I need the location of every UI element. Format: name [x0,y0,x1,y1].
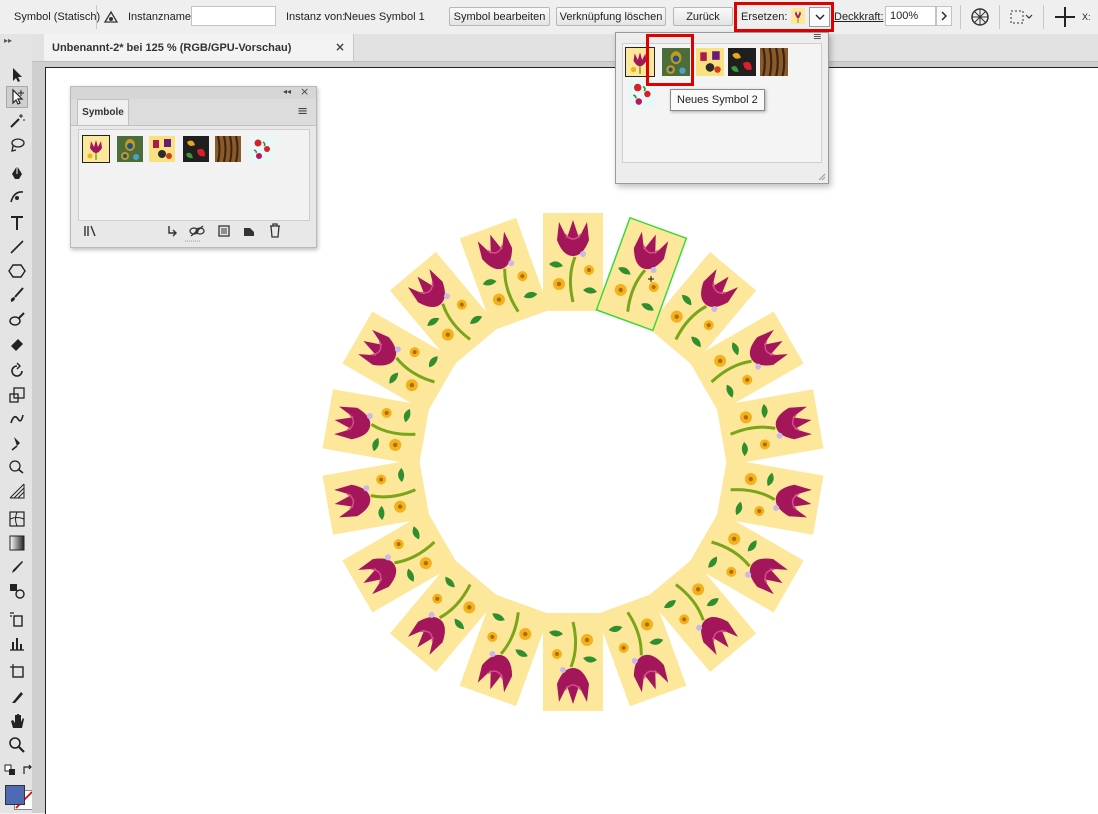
replace-highlight [734,2,834,32]
line-tool-icon[interactable] [6,236,28,258]
control-bar: Symbol (Statisch) Instanzname: Instanz v… [0,0,1098,35]
column-graph-icon[interactable] [6,632,28,654]
reset-button[interactable]: Zurück [673,7,733,26]
symbol-sprayer-icon[interactable] [6,608,28,630]
symbol-libraries-icon[interactable] [83,224,101,238]
zoom-tool-icon[interactable] [6,734,28,756]
tab-symbols[interactable]: Symbole [77,99,129,125]
hand-tool-icon[interactable] [6,710,28,732]
place-symbol-icon[interactable] [165,224,179,238]
close-icon[interactable]: × [335,40,345,54]
symbol-swatch-1[interactable] [82,135,110,163]
break-link-button[interactable]: Verknüpfung löschen [556,7,666,26]
symbols-grid [78,129,310,221]
lasso-tool-icon[interactable] [6,134,28,156]
panel-menu-icon[interactable]: ≡ [297,104,308,119]
default-colors-icon[interactable] [4,764,16,776]
opacity-field[interactable]: 100% [885,6,936,26]
new-symbol-icon[interactable] [242,224,256,238]
document-tab-title: Unbenannt-2* bei 125 % (RGB/GPU-Vorschau… [52,41,292,54]
instance-name-label: Instanzname: [128,11,195,23]
tooltip: Neues Symbol 2 [670,89,765,111]
perspective-grid-icon[interactable] [6,480,28,502]
symbol-swatch-4[interactable] [183,136,209,162]
mesh-tool-icon[interactable] [6,508,28,530]
replace-swatch-4[interactable] [728,48,756,76]
pen-tool-icon[interactable] [6,162,28,184]
scale-tool-icon[interactable] [6,384,28,406]
align-options-icon[interactable] [1009,8,1035,26]
reference-point-icon[interactable] [1054,6,1076,28]
curvature-tool-icon[interactable] [6,186,28,208]
symbol-instance[interactable] [541,211,605,313]
symbol-swatch-5[interactable] [215,135,241,163]
warp-tool-icon[interactable] [6,408,28,430]
symbol-options-icon[interactable] [217,224,231,238]
panel-footer [71,219,316,243]
slice-tool-icon[interactable] [6,686,28,708]
shape-builder-icon[interactable] [6,456,28,478]
edit-symbol-button[interactable]: Symbol bearbeiten [449,7,550,26]
direct-selection-tool-icon[interactable] [6,86,28,108]
break-link-icon[interactable] [189,224,205,238]
close-panel-icon[interactable]: × [300,85,309,98]
symbols-panel: ◂◂ × Symbole ≡ [70,85,317,248]
symbol-options-icon[interactable] [102,0,120,34]
symbol-swatch-3[interactable] [149,136,175,162]
object-type-label: Symbol (Statisch) [14,11,101,23]
trash-icon[interactable] [268,223,282,238]
gradient-tool-icon[interactable] [6,532,28,554]
eyedropper-tool-icon[interactable] [6,556,28,578]
divider [96,5,97,29]
polygon-tool-icon[interactable] [6,260,28,282]
replace-swatch-5[interactable] [760,47,788,77]
selection-tool-icon[interactable] [6,64,28,86]
resize-grip-icon[interactable] [818,173,826,181]
divider [999,5,1000,29]
blend-tool-icon[interactable] [6,580,28,602]
opacity-label[interactable]: Deckkraft: [834,0,884,34]
chevron-right-icon [941,11,947,21]
x-label: X: [1082,12,1091,22]
document-tab[interactable]: Unbenannt-2* bei 125 % (RGB/GPU-Vorschau… [44,34,354,61]
symbol-swatch-6[interactable] [249,136,275,162]
instance-of-label: Instanz von: [286,11,346,23]
rotate-tool-icon[interactable] [6,360,28,382]
dropdown-menu-icon[interactable]: ≡ [813,30,822,43]
eraser-tool-icon[interactable] [6,332,28,354]
symbol-instance[interactable] [541,611,605,713]
opacity-arrow-button[interactable] [936,6,952,26]
tools-panel: ▸▸ [0,34,34,813]
replace-swatch-3[interactable] [696,48,724,76]
puppet-warp-icon[interactable] [6,432,28,454]
instance-of-value: Neues Symbol 1 [344,11,425,23]
blob-brush-icon[interactable] [6,308,28,330]
fill-color-swatch[interactable] [5,785,25,805]
divider [960,5,961,29]
artboard-tool-icon[interactable] [6,660,28,682]
magic-wand-icon[interactable] [6,110,28,132]
swatch-highlight [646,34,694,86]
collapse-panel-icon[interactable]: ◂◂ [283,87,291,96]
divider [1043,5,1044,29]
panel-header[interactable]: ◂◂ × [71,85,316,99]
resize-grip-icon[interactable] [184,239,202,243]
paintbrush-tool-icon[interactable] [6,284,28,306]
type-tool-icon[interactable] [6,212,28,234]
collapse-toolbar-icon[interactable]: ▸▸ [4,36,12,45]
symbol-swatch-2[interactable] [117,136,143,162]
recolor-artwork-icon[interactable] [970,7,990,27]
document-tab-bar: Unbenannt-2* bei 125 % (RGB/GPU-Vorschau… [32,34,1098,62]
instance-name-input[interactable] [191,6,276,26]
